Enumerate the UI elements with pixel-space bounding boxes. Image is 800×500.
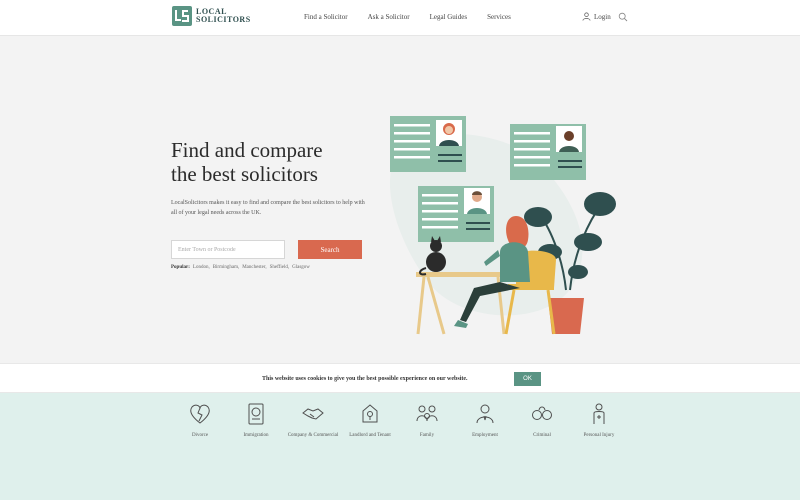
popular-link-manchester[interactable]: Manchester, [242,265,266,270]
popular-link-london[interactable]: London, [193,265,210,270]
popular-label: Popular: [171,265,190,270]
location-search-input[interactable] [171,240,285,259]
employee-icon [476,404,494,424]
hero-title-line-2: the best solicitors [171,162,318,186]
category-family[interactable]: Family [397,401,457,439]
passport-icon [248,403,264,425]
profile-card [510,124,586,180]
profile-card [418,186,494,242]
category-label: Personal Injury [583,433,615,438]
practice-area-categories: Divorce Immigration Company & Commercial… [0,393,800,500]
popular-link-glasgow[interactable]: Glasgow [292,265,310,270]
nav-find-solicitor[interactable]: Find a Solicitor [304,13,348,21]
category-landlord-tenant[interactable]: Landlord and Tenant [340,401,400,439]
category-label: Family [419,433,435,438]
popular-link-sheffield[interactable]: Sheffield, [270,265,290,270]
category-label: Immigration [243,433,269,438]
handcuffs-icon [532,406,552,420]
category-company-commercial[interactable]: Company & Commercial [283,401,343,439]
category-personal-injury[interactable]: Personal Injury [569,401,629,439]
category-immigration[interactable]: Immigration [226,401,286,439]
nav-services[interactable]: Services [487,13,511,21]
popular-locations: Popular: London, Birmingham, Manchester,… [171,265,313,270]
category-divorce[interactable]: Divorce [170,401,230,439]
keys-icon [362,404,378,423]
category-criminal[interactable]: Criminal [512,401,572,439]
handshake-icon [302,408,324,420]
family-icon [416,405,438,422]
search-icon[interactable] [618,12,628,22]
logo-line-2: SOLICITORS [196,15,251,24]
nav-ask-solicitor[interactable]: Ask a Solicitor [368,13,410,21]
hero-description: LocalSolicitors makes it easy to find an… [171,200,365,216]
popular-link-birmingham[interactable]: Birmingham, [213,265,240,270]
injured-person-icon [593,403,605,424]
login-link[interactable]: Login [582,12,611,21]
cookie-message: This website uses cookies to give you th… [262,376,468,382]
site-logo[interactable]: LOCAL SOLICITORS [172,6,251,26]
category-label: Company & Commercial [287,433,339,438]
category-label: Divorce [191,433,209,438]
category-label: Employment [472,433,498,438]
profile-card [390,116,466,172]
nav-legal-guides[interactable]: Legal Guides [430,13,468,21]
cookie-banner: This website uses cookies to give you th… [0,363,800,393]
site-header: LOCAL SOLICITORS Find a Solicitor Ask a … [0,0,800,36]
user-icon [582,12,591,21]
main-nav: Find a Solicitor Ask a Solicitor Legal G… [304,13,531,21]
cookie-ok-button[interactable]: OK [514,372,541,386]
category-label: Landlord and Tenant [349,433,391,438]
login-label: Login [594,12,611,21]
category-label: Criminal [533,433,551,438]
broken-heart-icon [190,404,210,424]
hero-illustration [389,116,616,335]
hero-title: Find and compare the best solicitors [171,138,371,186]
logo-mark-icon [172,6,192,26]
category-employment[interactable]: Employment [455,401,515,439]
hero-title-line-1: Find and compare [171,138,323,162]
search-button[interactable]: Search [298,240,362,259]
logo-text: LOCAL SOLICITORS [196,8,251,24]
